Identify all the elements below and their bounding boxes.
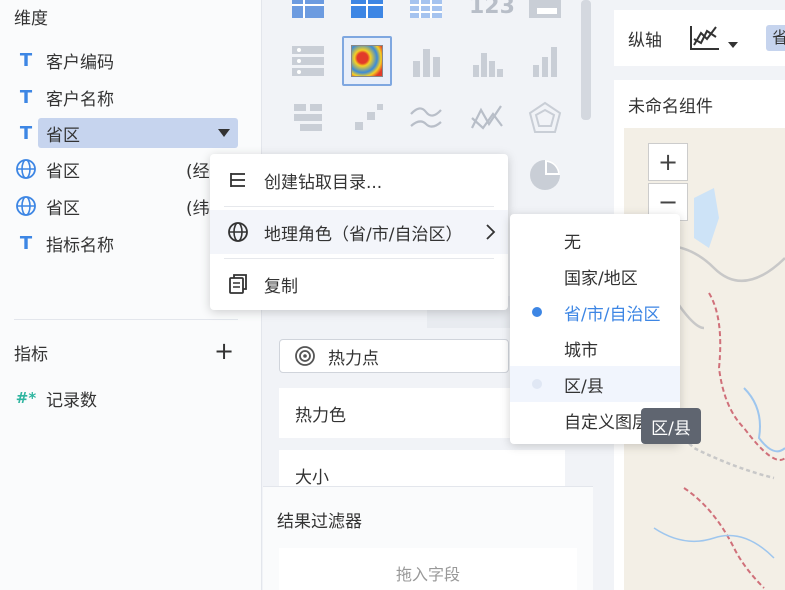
stacked-bar-icon[interactable] [408, 43, 444, 79]
metric-title: 指标 [14, 345, 48, 365]
menu-item-geo-role[interactable]: 地理角色（省/市/自治区） [210, 210, 508, 254]
globe-icon [14, 158, 38, 180]
filter-drop-zone[interactable]: 拖入字段 [279, 548, 577, 590]
context-menu: 创建钻取目录... 地理角色（省/市/自治区） 复制 [210, 154, 508, 310]
drill-tree-icon [226, 170, 250, 190]
result-filter-section: 结果过滤器 拖入字段 [263, 486, 593, 590]
filter-title: 结果过滤器 [277, 512, 362, 532]
selected-dot-icon [532, 307, 542, 317]
dimension-field[interactable]: T 客户名称 [14, 82, 114, 112]
submenu-item-province[interactable]: 省/市/自治区 [510, 294, 680, 330]
pie-chart-icon[interactable] [527, 157, 563, 193]
dimension-field[interactable]: T 客户编码 [14, 45, 114, 75]
scrollbar[interactable] [581, 0, 591, 120]
column-chart-icon[interactable] [527, 43, 563, 79]
dimension-title: 维度 [14, 9, 48, 29]
globe-icon [14, 195, 38, 217]
chevron-down-icon[interactable] [728, 42, 738, 48]
add-metric-button[interactable]: + [214, 339, 234, 363]
heatmap-chart-button[interactable] [342, 36, 392, 86]
y-axis-label: 纵轴 [628, 30, 662, 51]
line-chart-icon[interactable] [408, 100, 444, 136]
kpi-card-icon[interactable] [527, 0, 563, 22]
submenu-item-none[interactable]: 无 [510, 222, 680, 258]
chevron-right-icon [486, 224, 496, 240]
zoom-in-button[interactable]: + [648, 143, 688, 181]
table-icon[interactable] [290, 0, 326, 22]
submenu-item-district[interactable]: 区/县 [510, 366, 680, 402]
radar-chart-icon[interactable] [527, 100, 563, 136]
component-title: 未命名组件 [628, 97, 713, 117]
dimension-field[interactable]: 省区 (纬 [14, 191, 210, 221]
filter-component-icon[interactable] [290, 43, 326, 79]
hover-dot-icon [532, 379, 542, 389]
y-axis-bar: 纵轴 省 [614, 10, 785, 66]
area-line-icon[interactable] [469, 100, 505, 136]
detail-table-icon[interactable] [408, 0, 444, 22]
metric-field[interactable]: #* 记录数 [14, 383, 97, 413]
submenu-item-city[interactable]: 城市 [510, 330, 680, 366]
copy-icon [226, 273, 250, 295]
dimension-field[interactable]: T 指标名称 [14, 228, 114, 258]
bar-chart-icon[interactable] [469, 43, 505, 79]
text-type-icon: T [19, 86, 33, 108]
dimension-field[interactable]: 省区 (经 [14, 154, 210, 184]
globe-icon [226, 221, 250, 243]
number-type-icon: #* [15, 389, 37, 407]
text-type-icon: T [19, 49, 33, 71]
tooltip: 区/县 [641, 408, 701, 444]
heat-point-icon [295, 346, 315, 366]
axis-field-chip[interactable]: 省 [766, 25, 785, 51]
crosstab-icon[interactable] [349, 0, 385, 22]
heat-point-selector[interactable]: 热力点 [279, 339, 509, 373]
menu-item-create-drill[interactable]: 创建钻取目录... [210, 158, 508, 202]
dimension-field-selected[interactable]: 省区 [38, 118, 238, 148]
waterfall-icon[interactable] [290, 100, 326, 136]
menu-item-copy[interactable]: 复制 [210, 262, 508, 306]
submenu-item-country[interactable]: 国家/地区 [510, 258, 680, 294]
line-chart-type-icon[interactable] [688, 23, 722, 53]
text-type-icon: T [19, 122, 33, 144]
heatmap-icon [351, 45, 383, 77]
divider [14, 319, 238, 320]
dropdown-arrow-icon[interactable] [218, 129, 230, 137]
step-chart-icon[interactable] [349, 100, 385, 136]
text-type-icon: T [19, 232, 33, 254]
kpi-number-icon[interactable]: 123 [469, 0, 515, 30]
